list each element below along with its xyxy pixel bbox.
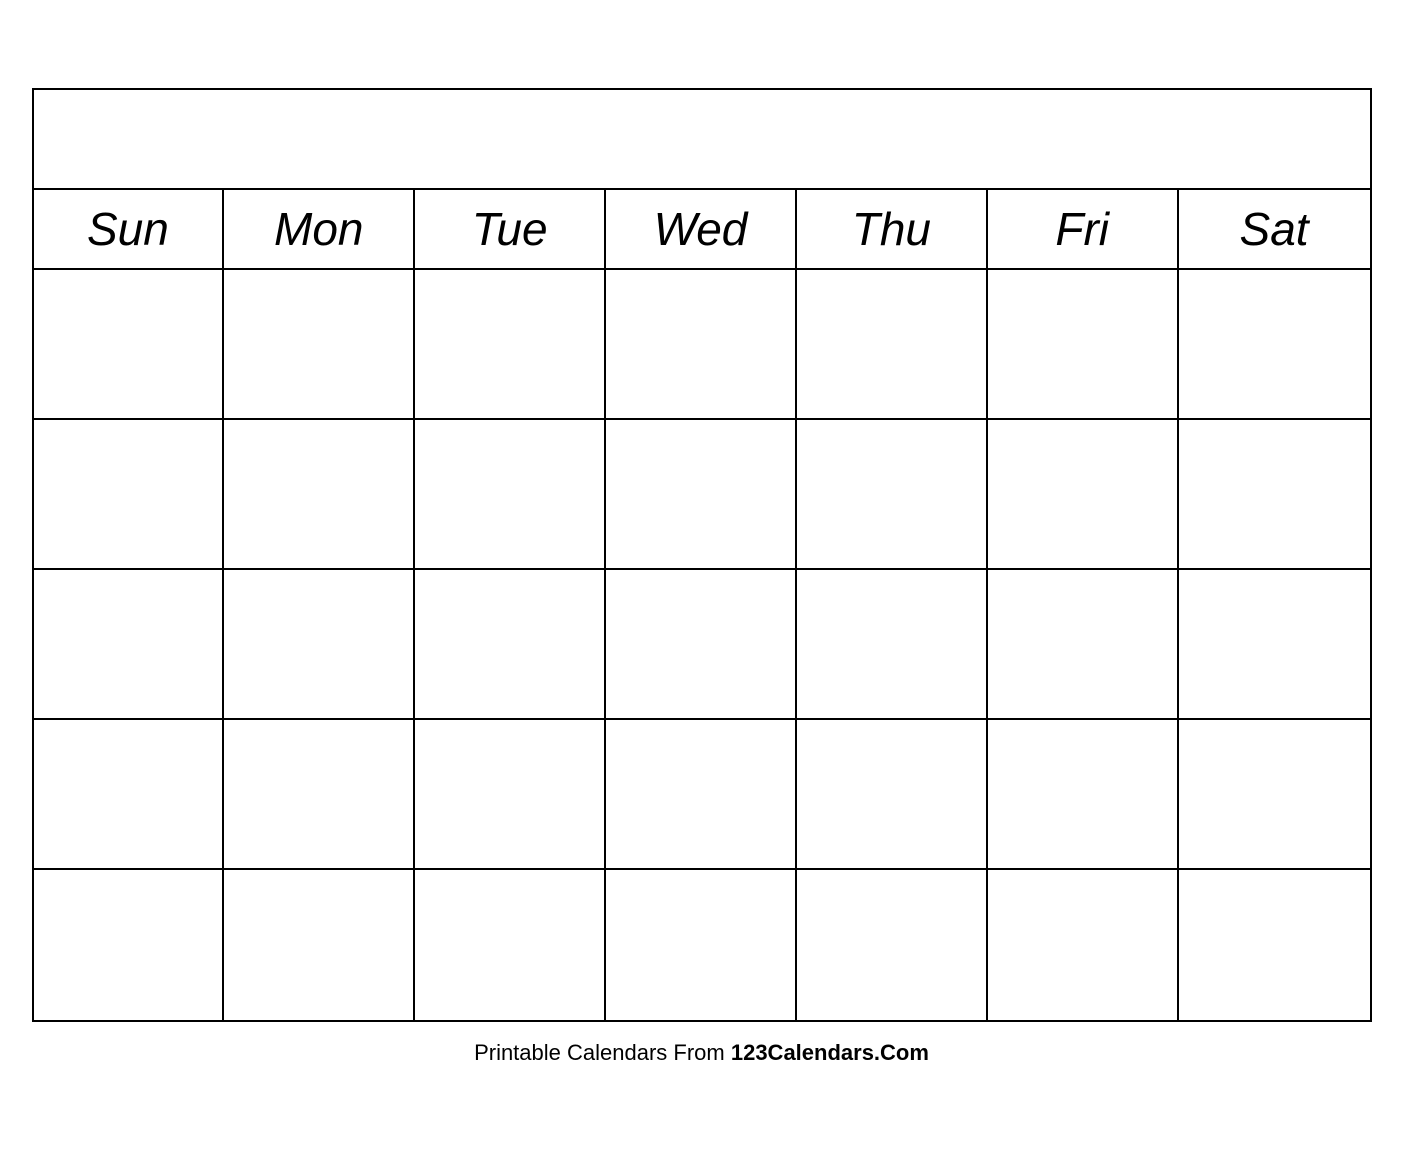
table-row[interactable] — [415, 270, 606, 420]
table-row[interactable] — [1179, 870, 1370, 1020]
day-header-thu: Thu — [797, 190, 988, 268]
table-row[interactable] — [34, 270, 225, 420]
day-header-sat: Sat — [1179, 190, 1370, 268]
table-row[interactable] — [34, 870, 225, 1020]
table-row[interactable] — [797, 570, 988, 720]
calendar-title-row — [34, 90, 1370, 190]
table-row[interactable] — [224, 870, 415, 1020]
calendar-container: Sun Mon Tue Wed Thu Fri Sat — [32, 88, 1372, 1022]
footer: Printable Calendars From 123Calendars.Co… — [474, 1040, 929, 1066]
day-header-fri: Fri — [988, 190, 1179, 268]
day-header-sun: Sun — [34, 190, 225, 268]
table-row[interactable] — [224, 570, 415, 720]
table-row[interactable] — [415, 420, 606, 570]
footer-bold-text: 123Calendars.Com — [731, 1040, 929, 1065]
table-row[interactable] — [415, 870, 606, 1020]
table-row[interactable] — [606, 270, 797, 420]
table-row[interactable] — [606, 420, 797, 570]
table-row[interactable] — [34, 720, 225, 870]
table-row[interactable] — [988, 720, 1179, 870]
calendar-header: Sun Mon Tue Wed Thu Fri Sat — [34, 190, 1370, 270]
table-row[interactable] — [988, 420, 1179, 570]
table-row[interactable] — [606, 570, 797, 720]
calendar-grid — [34, 270, 1370, 1020]
table-row[interactable] — [988, 270, 1179, 420]
table-row[interactable] — [1179, 720, 1370, 870]
table-row[interactable] — [34, 420, 225, 570]
table-row[interactable] — [797, 420, 988, 570]
footer-normal-text: Printable Calendars From — [474, 1040, 731, 1065]
table-row[interactable] — [1179, 270, 1370, 420]
day-header-tue: Tue — [415, 190, 606, 268]
table-row[interactable] — [1179, 570, 1370, 720]
table-row[interactable] — [224, 720, 415, 870]
table-row[interactable] — [606, 720, 797, 870]
table-row[interactable] — [415, 720, 606, 870]
day-header-mon: Mon — [224, 190, 415, 268]
table-row[interactable] — [797, 870, 988, 1020]
table-row[interactable] — [988, 570, 1179, 720]
table-row[interactable] — [1179, 420, 1370, 570]
table-row[interactable] — [606, 870, 797, 1020]
table-row[interactable] — [34, 570, 225, 720]
table-row[interactable] — [988, 870, 1179, 1020]
table-row[interactable] — [224, 420, 415, 570]
table-row[interactable] — [797, 270, 988, 420]
table-row[interactable] — [415, 570, 606, 720]
calendar-wrapper: Sun Mon Tue Wed Thu Fri Sat — [32, 88, 1372, 1066]
table-row[interactable] — [797, 720, 988, 870]
day-header-wed: Wed — [606, 190, 797, 268]
table-row[interactable] — [224, 270, 415, 420]
